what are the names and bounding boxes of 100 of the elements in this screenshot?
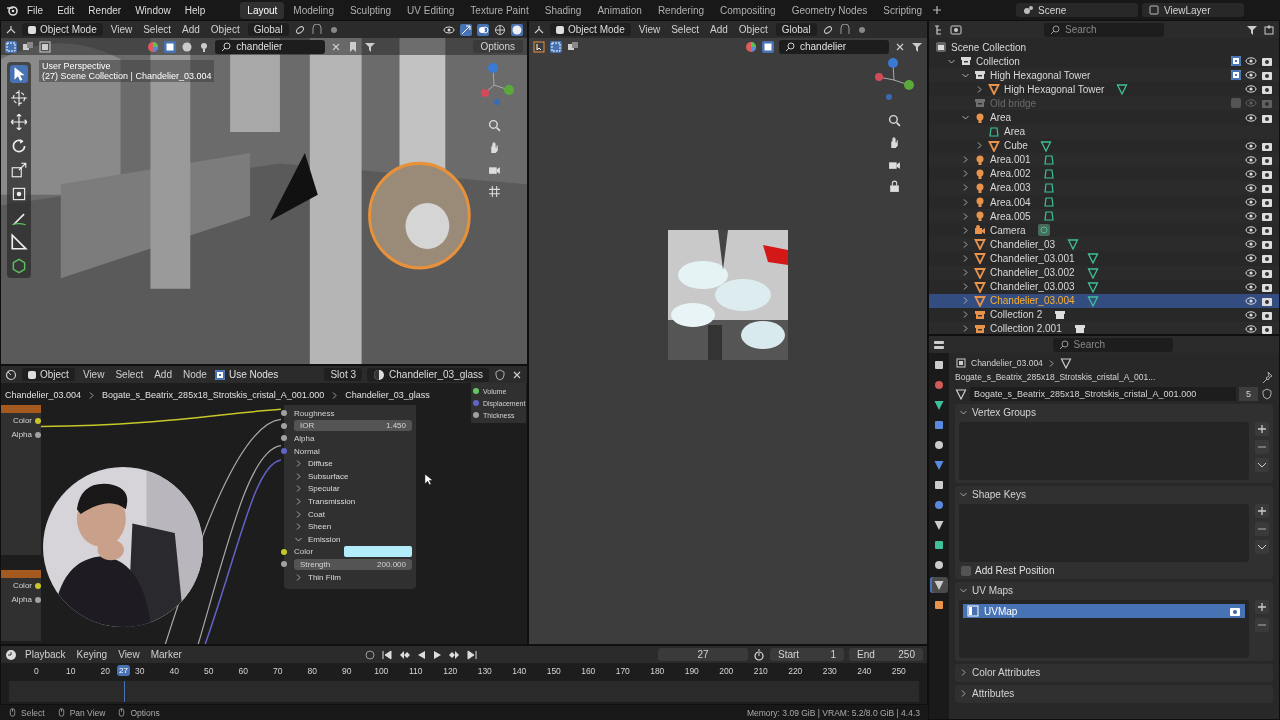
user-count[interactable]: 5	[1239, 386, 1258, 401]
outliner-item[interactable]: Area.002	[990, 168, 1031, 180]
panel-title[interactable]: Shape Keys	[972, 489, 1026, 500]
list-item[interactable]: UVMap	[963, 604, 1245, 618]
number-field[interactable]: Strength 200.000	[294, 558, 412, 570]
workspace-tab[interactable]: UV Editing	[400, 1, 462, 19]
outliner-item[interactable]: High Hexagonal Tower	[1004, 83, 1105, 95]
scene-selector[interactable]: Scene	[1016, 3, 1138, 17]
outliner-item[interactable]: Collection 2	[990, 309, 1043, 321]
options-button[interactable]: Options	[472, 40, 523, 53]
mode-dropdown[interactable]: Object Mode	[550, 23, 631, 36]
panel-title[interactable]: Attributes	[972, 688, 1015, 699]
workspace-tab[interactable]: Layout	[240, 1, 285, 19]
orientation-dropdown[interactable]: Global	[247, 23, 289, 36]
menu-item[interactable]: Marker	[147, 649, 185, 660]
panel-label[interactable]: Coat	[308, 509, 325, 519]
menu-item[interactable]: Edit	[52, 4, 80, 16]
workspace-tab[interactable]: Rendering	[650, 1, 712, 19]
outliner-item[interactable]: Chandelier_03.002	[990, 267, 1075, 279]
panel-label[interactable]: Diffuse	[308, 459, 333, 469]
outliner-item[interactable]: Area.001	[990, 154, 1031, 166]
menu-item[interactable]: Add	[707, 24, 731, 35]
menu-item[interactable]: Add	[179, 24, 203, 35]
outliner-item[interactable]: Chandelier_03.004	[990, 295, 1075, 307]
search-field[interactable]: Search	[1052, 337, 1173, 352]
texture-node[interactable]: Color Alpha	[1, 570, 41, 641]
status-hint: Options	[130, 707, 160, 718]
outliner-item[interactable]: Chandelier_03	[990, 238, 1056, 250]
workspace-tab[interactable]: Sculpting	[342, 1, 399, 19]
menu-item[interactable]: Object	[735, 24, 771, 35]
menu-item[interactable]: Keying	[73, 649, 111, 660]
outliner-item[interactable]: Collection	[976, 55, 1020, 67]
workspace-tab[interactable]: Texture Paint	[463, 1, 536, 19]
outliner-item[interactable]: Area.005	[990, 210, 1031, 222]
workspace-tab[interactable]: Shading	[537, 1, 589, 19]
menu-item[interactable]: Playback	[22, 649, 69, 660]
menu-item[interactable]: Node	[180, 369, 210, 380]
end-frame-field[interactable]: End 250	[849, 648, 923, 661]
outliner-item[interactable]: Area.003	[990, 182, 1031, 194]
outliner-item[interactable]: Camera	[990, 224, 1026, 236]
workspace-tab[interactable]: Scripting	[876, 1, 930, 19]
checkbox[interactable]: Add Rest Position	[959, 565, 1269, 576]
workspace-tab[interactable]: Geometry Nodes	[784, 1, 875, 19]
mode-dropdown[interactable]: Object Mode	[22, 23, 103, 36]
outliner-item[interactable]: Collection 2.001	[990, 323, 1062, 334]
workspace-tab[interactable]: Modeling	[286, 1, 341, 19]
material-selector[interactable]: Chandelier_03_glass	[367, 367, 489, 382]
outliner-item[interactable]: Area	[1004, 126, 1026, 138]
outliner-item[interactable]: Chandelier_03.001	[990, 252, 1075, 264]
workspace-tab[interactable]: Animation	[590, 1, 649, 19]
orientation-dropdown[interactable]: Global	[775, 23, 817, 36]
texture-node[interactable]: Color Alpha	[1, 405, 41, 555]
frame-number: 170	[615, 666, 630, 676]
socket-label: Color	[12, 581, 32, 590]
playhead[interactable]: 27	[117, 665, 130, 676]
shader-node[interactable]: Roughness IOR 1.450 Alpha Normal Diffuse Subsurface Specular Transmission Coat Sheen Emission Color Strength 200.000 Thin Film	[284, 405, 416, 590]
search-field[interactable]: Search	[1044, 22, 1164, 37]
outliner-item[interactable]: Area.004	[990, 196, 1031, 208]
outliner-item[interactable]: Cube	[1004, 140, 1028, 152]
outliner-item[interactable]: Scene Collection	[951, 41, 1027, 53]
panel-label[interactable]: Specular	[308, 484, 340, 494]
use-nodes-checkbox[interactable]: Use Nodes	[214, 369, 279, 380]
menu-item[interactable]: Select	[112, 369, 147, 380]
view-layer-selector[interactable]: ViewLayer	[1142, 3, 1244, 17]
outliner-item[interactable]: Area	[990, 112, 1012, 123]
slot-dropdown[interactable]: Slot 3	[324, 368, 363, 381]
menu-item[interactable]: View	[79, 369, 108, 380]
list-box[interactable]: UVMap	[959, 600, 1249, 658]
menu-item[interactable]: Render	[83, 4, 127, 16]
menu-item[interactable]: View	[115, 649, 143, 660]
shader-type-dropdown[interactable]: Object	[22, 368, 75, 381]
menu-item[interactable]: Object	[207, 24, 243, 35]
menu-item[interactable]: View	[635, 24, 664, 35]
panel-label[interactable]: Transmission	[308, 496, 356, 506]
search-field[interactable]: chandelier	[779, 39, 889, 54]
menu-item[interactable]: Select	[668, 24, 702, 35]
panel-label[interactable]: Emission	[308, 534, 341, 544]
breadcrumb-item[interactable]: Bogate_s_Beatrix_285x18_Strotskis_cristal_A_001.000	[102, 390, 325, 400]
breadcrumb-item[interactable]: Chandelier_03.004	[5, 390, 82, 400]
menu-item[interactable]: File	[22, 4, 49, 16]
panel-label[interactable]: Sheen	[308, 522, 332, 532]
number-field[interactable]: IOR 1.450	[294, 420, 412, 432]
panel-title[interactable]: UV Maps	[972, 585, 1014, 596]
menu-item[interactable]: View	[107, 24, 136, 35]
outliner-item[interactable]: High Hexagonal Tower	[990, 69, 1091, 81]
outliner-item[interactable]: Chandelier_03.003	[990, 281, 1075, 293]
current-frame-field[interactable]: 27	[658, 648, 748, 661]
panel-label[interactable]: Subsurface	[308, 471, 349, 481]
panel-title[interactable]: Color Attributes	[972, 667, 1041, 678]
breadcrumb-item[interactable]: Chandelier_03_glass	[345, 390, 430, 400]
mesh-name-field[interactable]: Bogate_s_Beatrix_285x18_Strotskis_cristal_A_001.000	[970, 386, 1236, 401]
panel-label[interactable]: Thin Film	[308, 572, 341, 582]
workspace-tab[interactable]: Compositing	[713, 1, 783, 19]
start-frame-field[interactable]: Start 1	[770, 648, 844, 661]
panel-title[interactable]: Vertex Groups	[972, 407, 1036, 418]
menu-item[interactable]: Help	[179, 4, 211, 16]
menu-item[interactable]: Window	[130, 4, 176, 16]
menu-item[interactable]: Add	[151, 369, 175, 380]
menu-item[interactable]: Select	[140, 24, 174, 35]
view-name: User Perspective	[42, 61, 111, 71]
